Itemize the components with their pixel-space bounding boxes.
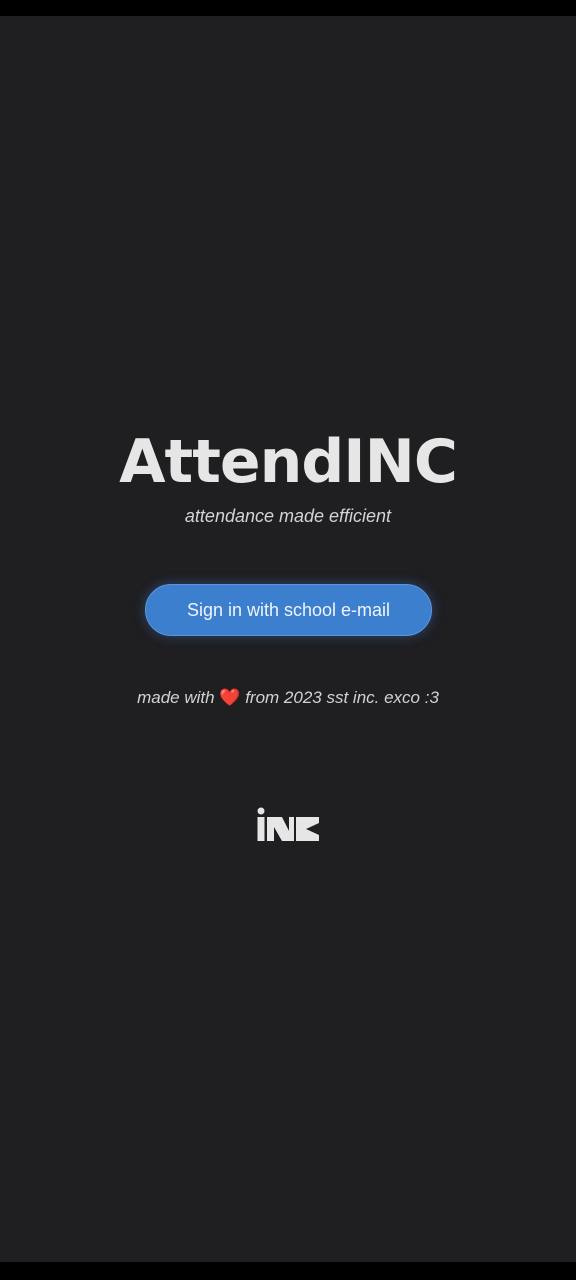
sign-in-button-label: Sign in with school e-mail [186,599,391,620]
credit-text: made with ❤️ from 2023 sst inc. exco :3 [0,688,576,708]
credit-prefix: made with [137,688,215,707]
app-title: AttendINC [119,427,458,497]
inc-logo [256,807,320,843]
app-subtitle: attendance made efficient [184,506,392,526]
sign-in-button[interactable]: Sign in with school e-mail [145,584,432,636]
heart-icon: ❤️ [219,688,241,707]
inc-logo-icon [257,807,319,841]
credit-suffix: from 2023 sst inc. exco :3 [245,688,439,707]
login-screen: AttendINC attendance made efficient Sign… [0,16,576,1262]
